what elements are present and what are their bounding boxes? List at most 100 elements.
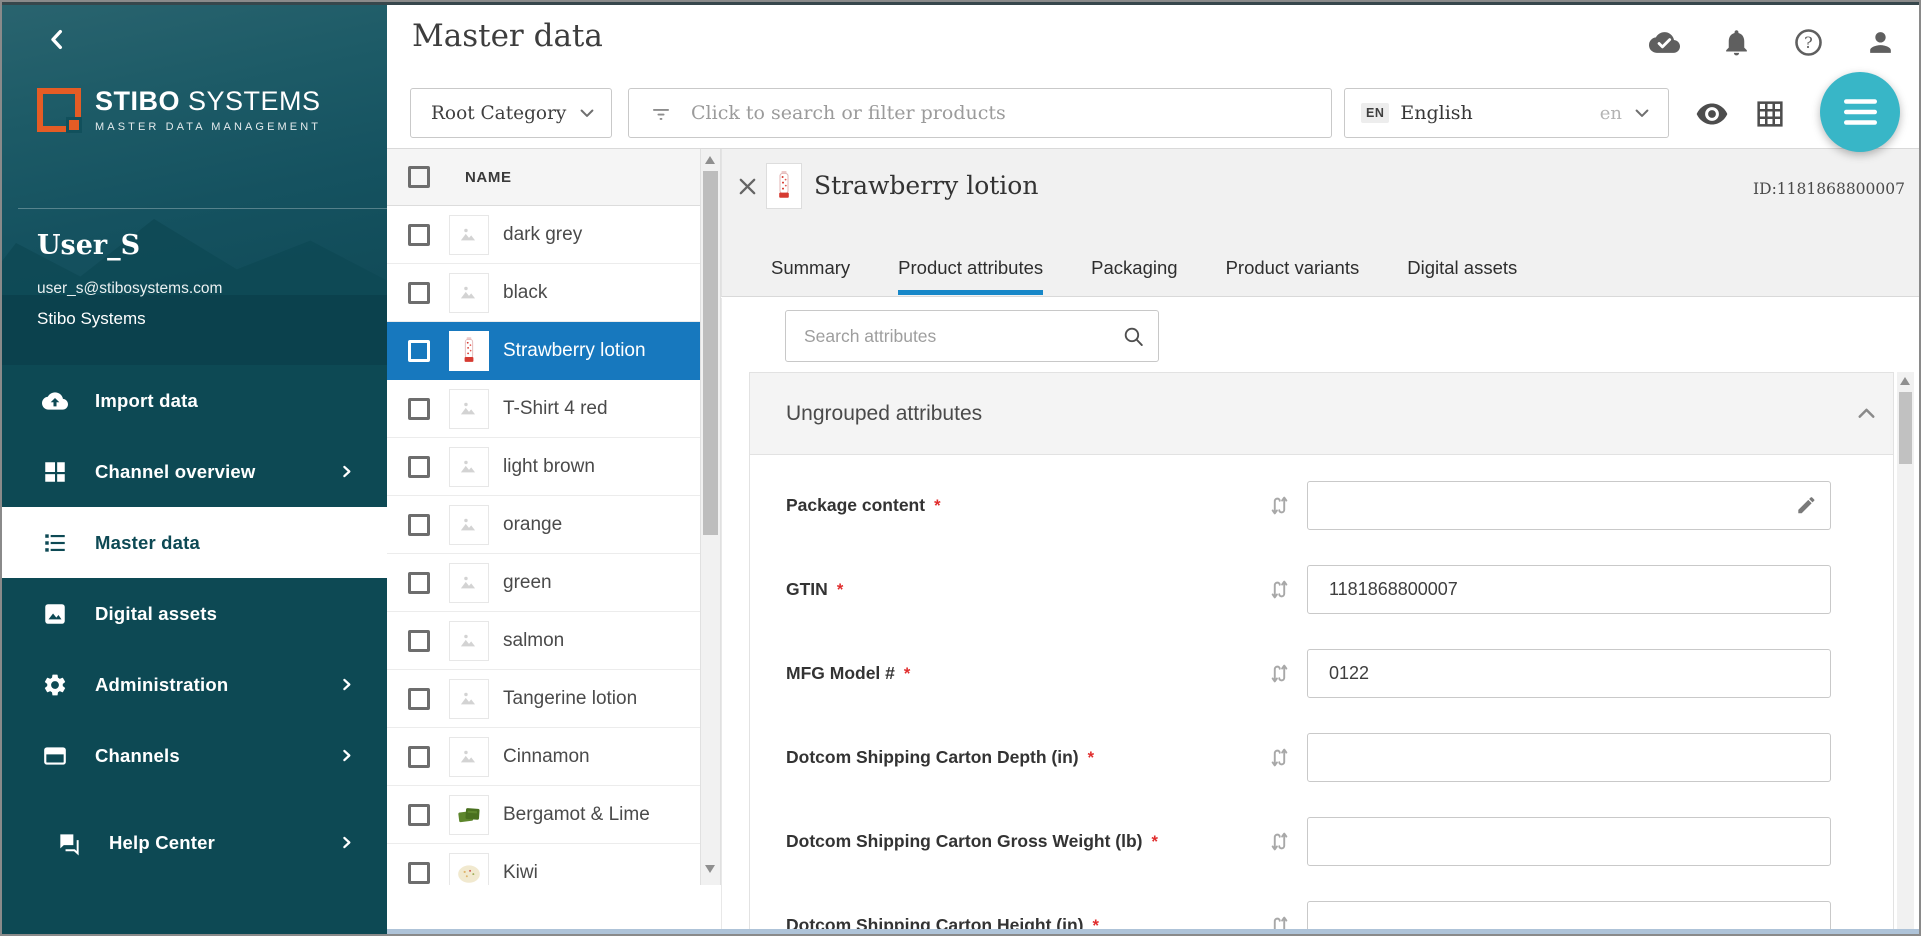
swap-arrows-icon[interactable] bbox=[1266, 576, 1293, 603]
preview-eye-icon[interactable] bbox=[1694, 96, 1730, 132]
chevron-left-icon bbox=[44, 26, 71, 53]
select-all-checkbox[interactable] bbox=[408, 166, 430, 188]
product-thumbnail bbox=[449, 389, 489, 429]
sidebar-item-channel-overview[interactable]: Channel overview bbox=[0, 436, 387, 507]
collapse-sidebar-button[interactable] bbox=[44, 26, 71, 53]
tab-packaging[interactable]: Packaging bbox=[1091, 257, 1177, 295]
sidebar-item-label: Digital assets bbox=[95, 603, 217, 625]
tab-digital-assets[interactable]: Digital assets bbox=[1407, 257, 1517, 295]
close-icon[interactable] bbox=[736, 175, 759, 198]
cloud-sync-check-icon[interactable] bbox=[1649, 27, 1680, 58]
list-item[interactable]: orange bbox=[387, 496, 700, 554]
list-item[interactable]: salmon bbox=[387, 612, 700, 670]
tab-product-attributes[interactable]: Product attributes bbox=[898, 257, 1043, 295]
edit-pencil-icon[interactable] bbox=[1795, 494, 1817, 516]
row-checkbox[interactable] bbox=[408, 456, 430, 478]
list-item[interactable]: dark grey bbox=[387, 206, 700, 264]
attribute-label: Dotcom Shipping Carton Height (in)* bbox=[786, 915, 1266, 930]
image-placeholder-icon bbox=[456, 744, 482, 770]
scroll-down-arrow[interactable] bbox=[705, 865, 715, 873]
list-item[interactable]: light brown bbox=[387, 438, 700, 496]
help-icon[interactable]: ? bbox=[1793, 27, 1824, 58]
window-top-edge bbox=[0, 0, 1921, 5]
scroll-thumb[interactable] bbox=[1899, 392, 1912, 464]
attribute-value: 0122 bbox=[1329, 663, 1817, 684]
list-item[interactable]: black bbox=[387, 264, 700, 322]
attribute-input[interactable] bbox=[1307, 733, 1831, 782]
panel-scrollbar[interactable] bbox=[1897, 372, 1914, 929]
sidebar-item-help-center[interactable]: Help Center bbox=[0, 807, 387, 878]
attribute-input[interactable] bbox=[1307, 481, 1831, 530]
product-name: green bbox=[503, 572, 552, 594]
attribute-input[interactable] bbox=[1307, 901, 1831, 930]
row-checkbox[interactable] bbox=[408, 514, 430, 536]
card-icon bbox=[42, 743, 68, 769]
sidebar-item-channels[interactable]: Channels bbox=[0, 720, 387, 791]
field-row: Dotcom Shipping Carton Gross Weight (lb)… bbox=[750, 799, 1893, 883]
list-scrollbar[interactable] bbox=[700, 149, 721, 885]
sidebar-item-master-data[interactable]: Master data bbox=[0, 507, 387, 578]
row-checkbox[interactable] bbox=[408, 746, 430, 768]
notifications-bell-icon[interactable] bbox=[1721, 27, 1752, 58]
swap-arrows-icon[interactable] bbox=[1266, 744, 1293, 771]
row-checkbox[interactable] bbox=[408, 688, 430, 710]
filter-icon bbox=[649, 101, 673, 125]
product-search-box[interactable] bbox=[628, 88, 1332, 138]
row-checkbox[interactable] bbox=[408, 398, 430, 420]
chevron-up-icon[interactable] bbox=[1854, 401, 1879, 426]
attribute-input[interactable]: 1181868800007 bbox=[1307, 565, 1831, 614]
sidebar-item-digital-assets[interactable]: Digital assets bbox=[0, 578, 387, 649]
logo-brand: STIBO SYSTEMS bbox=[95, 86, 321, 117]
user-profile-icon[interactable] bbox=[1865, 27, 1896, 58]
required-asterisk: * bbox=[934, 497, 940, 515]
product-search-input[interactable] bbox=[691, 102, 1317, 124]
attribute-search-box[interactable] bbox=[785, 310, 1159, 362]
sidebar-item-import-data[interactable]: Import data bbox=[0, 365, 387, 436]
sidebar-item-label: Import data bbox=[95, 390, 198, 412]
row-checkbox[interactable] bbox=[408, 282, 430, 304]
row-checkbox[interactable] bbox=[408, 224, 430, 246]
attribute-search-input[interactable] bbox=[804, 326, 1121, 347]
list-item[interactable]: Kiwi bbox=[387, 844, 700, 885]
attributes-section-header[interactable]: Ungrouped attributes bbox=[750, 373, 1893, 455]
image-placeholder-icon bbox=[456, 454, 482, 480]
attribute-input[interactable] bbox=[1307, 817, 1831, 866]
scroll-thumb[interactable] bbox=[703, 171, 718, 535]
swap-arrows-icon[interactable] bbox=[1266, 828, 1293, 855]
category-dropdown[interactable]: Root Category bbox=[410, 88, 612, 138]
window-bottom-edge bbox=[387, 929, 1921, 934]
list-item[interactable]: Tangerine lotion bbox=[387, 670, 700, 728]
swap-arrows-icon[interactable] bbox=[1266, 492, 1293, 519]
swap-arrows-icon[interactable] bbox=[1266, 912, 1293, 930]
list-item[interactable]: Cinnamon bbox=[387, 728, 700, 786]
field-row: Dotcom Shipping Carton Depth (in)* bbox=[750, 715, 1893, 799]
attribute-label: Dotcom Shipping Carton Depth (in)* bbox=[786, 747, 1266, 768]
language-selector[interactable]: EN English en bbox=[1344, 88, 1669, 138]
grid-view-icon[interactable] bbox=[1754, 98, 1786, 130]
main-menu-button[interactable] bbox=[1820, 72, 1900, 152]
user-name: User_S bbox=[37, 230, 140, 261]
attribute-input[interactable]: 0122 bbox=[1307, 649, 1831, 698]
row-checkbox[interactable] bbox=[408, 340, 430, 362]
image-placeholder-icon bbox=[456, 222, 482, 248]
list-icon bbox=[42, 530, 68, 556]
row-checkbox[interactable] bbox=[408, 572, 430, 594]
language-label: English bbox=[1400, 102, 1599, 124]
list-item[interactable]: green bbox=[387, 554, 700, 612]
detail-product-thumbnail bbox=[766, 163, 802, 209]
attribute-label: Dotcom Shipping Carton Gross Weight (lb)… bbox=[786, 831, 1266, 852]
sidebar-item-administration[interactable]: Administration bbox=[0, 649, 387, 720]
row-checkbox[interactable] bbox=[408, 804, 430, 826]
list-item[interactable]: T-Shirt 4 red bbox=[387, 380, 700, 438]
swap-arrows-icon[interactable] bbox=[1266, 660, 1293, 687]
tab-summary[interactable]: Summary bbox=[771, 257, 850, 295]
scroll-up-arrow[interactable] bbox=[705, 156, 715, 164]
row-checkbox[interactable] bbox=[408, 630, 430, 652]
category-dropdown-label: Root Category bbox=[431, 103, 577, 124]
attribute-label: GTIN* bbox=[786, 579, 1266, 600]
row-checkbox[interactable] bbox=[408, 862, 430, 884]
list-item[interactable]: Strawberry lotion bbox=[387, 322, 700, 380]
list-item[interactable]: Bergamot & Lime bbox=[387, 786, 700, 844]
scroll-up-arrow[interactable] bbox=[1900, 377, 1910, 385]
tab-product-variants[interactable]: Product variants bbox=[1226, 257, 1360, 295]
